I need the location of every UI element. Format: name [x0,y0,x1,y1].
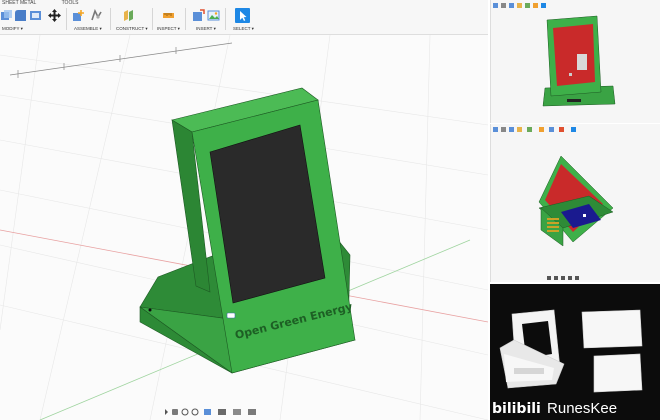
insert-image-icon[interactable] [207,9,220,22]
shell-icon[interactable] [29,9,42,22]
stand-back-render [538,155,614,280]
navigation-bar [165,408,256,416]
insert-menu[interactable]: INSERT ▾ [196,26,216,32]
select-icon[interactable] [235,8,250,23]
divider [110,8,111,30]
reference-view-back [490,124,660,282]
construct-menu[interactable]: CONSTRUCT ▾ [116,26,148,32]
video-watermark: bilibili RunesKee [492,400,617,417]
stand-front-render [542,15,616,107]
fillet-icon[interactable] [14,9,27,22]
new-component-icon[interactable] [72,9,85,22]
divider [66,8,67,30]
pan-icon[interactable] [172,409,178,415]
joint-icon[interactable] [90,9,103,22]
modify-menu[interactable]: MODIFY ▾ [2,26,23,32]
3d-viewport[interactable]: Open Green Energy [0,35,488,420]
annotation-marker [226,312,236,319]
usb-port [148,308,152,312]
stand-model[interactable]: Open Green Energy [139,87,356,374]
watermark-username: RunesKee [547,400,618,417]
divider [185,8,186,30]
insert-derive-icon[interactable] [192,9,205,22]
design-workspace: SHEET METAL TOOLS MODIFY ▾ ASSEMBLE ▾ CO… [0,0,488,420]
press-pull-icon[interactable] [0,9,13,22]
zoom-icon[interactable] [181,408,189,416]
orbit-icon[interactable] [165,409,168,415]
display-settings-icon[interactable] [218,409,226,415]
ribbon-tabs: SHEET METAL TOOLS [2,0,102,7]
divider [152,8,153,30]
ribbon-toolbar: SHEET METAL TOOLS MODIFY ▾ ASSEMBLE ▾ CO… [0,0,488,35]
measure-icon[interactable] [162,9,175,22]
zoom-window-icon[interactable] [191,408,199,416]
tab-sheet-metal[interactable]: SHEET METAL [2,0,36,6]
grid-settings-icon[interactable] [233,409,241,415]
tab-tools[interactable]: TOOLS [62,0,79,6]
panel-navbar [547,276,579,280]
inspect-menu[interactable]: INSPECT ▾ [157,26,180,32]
move-icon[interactable] [48,9,61,22]
assemble-menu[interactable]: ASSEMBLE ▾ [74,26,102,32]
printed-parts-photo: bilibili RunesKee [490,284,660,420]
offset-plane-icon[interactable] [122,9,135,22]
reference-view-front [490,0,660,123]
bilibili-logo: bilibili [492,401,541,417]
divider [225,8,226,30]
select-menu[interactable]: SELECT ▾ [233,26,254,32]
fit-icon[interactable] [204,409,211,415]
viewports-icon[interactable] [248,409,256,415]
